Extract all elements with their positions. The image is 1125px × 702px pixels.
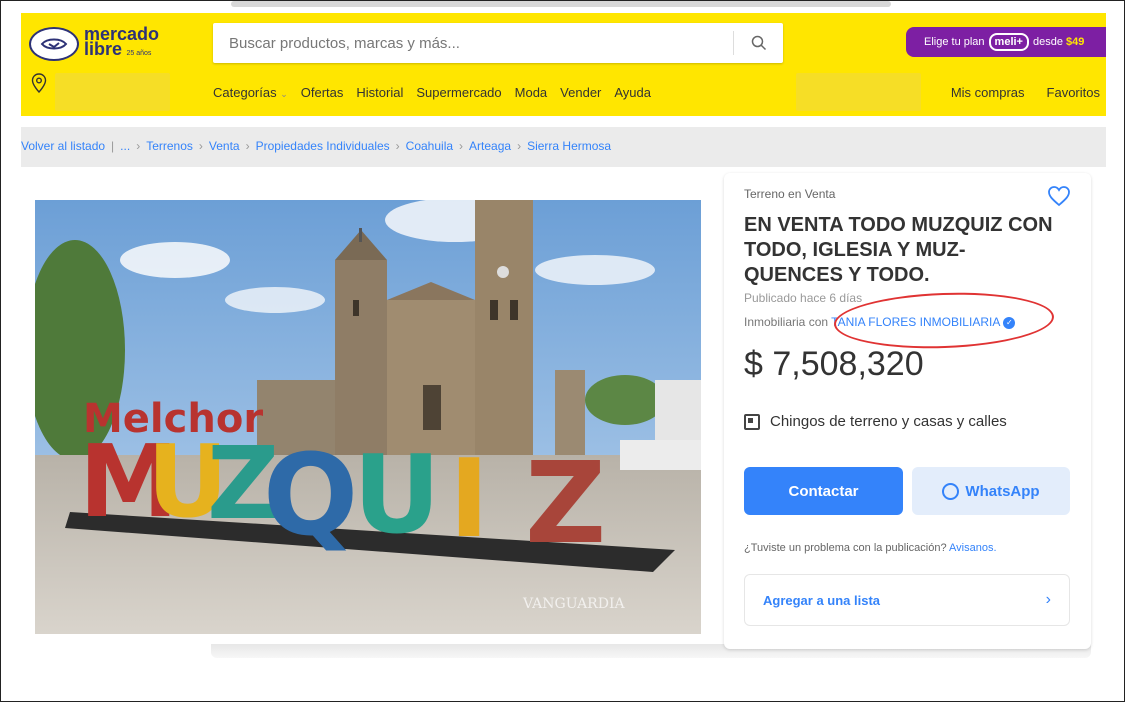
add-to-list-button[interactable]: Agregar a una lista › (744, 574, 1070, 626)
crumb-sierra-hermosa[interactable]: Sierra Hermosa (527, 139, 611, 153)
sign-letter-q: Q (263, 431, 358, 561)
top-strip (1, 1, 1124, 13)
seller-prefix: Inmobiliaria con (744, 315, 829, 329)
listing-details-panel: Terreno en Venta EN VENTA TODO MUZQUIZ C… (724, 173, 1091, 649)
whatsapp-label: WhatsApp (965, 482, 1040, 500)
add-to-list-label: Agregar a una lista (763, 592, 881, 608)
promo-price: $49 (1065, 36, 1085, 48)
town-square-photo: Melchor M U Z Q U I Z VANGUARDIA (35, 200, 701, 634)
nav-categorias[interactable]: Categorías ⌄ (213, 85, 288, 100)
chevron-right-icon: › (1045, 591, 1051, 608)
problem-question: ¿Tuviste un problema con la publicación? (744, 542, 947, 554)
published-date: Publicado hace 6 días (744, 291, 863, 305)
nav-favoritos[interactable]: Favoritos (1047, 85, 1100, 100)
chevron-right-icon: › (198, 139, 203, 153)
sign-letter-i: I (449, 437, 489, 562)
chevron-right-icon: › (517, 139, 522, 153)
sign-letter-z2: Z (525, 439, 606, 569)
chevron-right-icon: › (395, 139, 400, 153)
listing-price: $ 7,508,320 (744, 345, 924, 383)
report-link[interactable]: Avisanos. (949, 542, 997, 554)
crumb-arteaga[interactable]: Arteaga (469, 139, 511, 153)
redacted-location (55, 73, 170, 111)
chevron-right-icon: › (459, 139, 464, 153)
sign-letter-u2: U (353, 433, 441, 558)
favorite-heart-icon[interactable] (1046, 183, 1072, 209)
watermark-text: VANGUARDIA (522, 596, 625, 612)
chevron-down-icon: ⌄ (280, 89, 288, 99)
nav-ofertas[interactable]: Ofertas (301, 85, 344, 100)
feature-row: Chingos de terreno y casas y calles (744, 413, 1007, 430)
breadcrumb-bar: Volver al listado | ... › Terrenos › Ven… (21, 127, 1106, 167)
report-problem-text: ¿Tuviste un problema con la publicación?… (744, 542, 997, 554)
account-nav: Mis compras Favoritos (951, 85, 1100, 100)
handshake-icon (29, 27, 79, 61)
chevron-right-icon: › (245, 139, 250, 153)
search-icon (751, 35, 767, 51)
search-input[interactable] (229, 23, 729, 63)
crumb-venta[interactable]: Venta (209, 139, 240, 153)
nav-ayuda[interactable]: Ayuda (614, 85, 651, 100)
back-to-listing-link[interactable]: Volver al listado (21, 139, 105, 153)
logo-years: 25 años (126, 50, 152, 57)
chevron-right-icon: › (136, 139, 141, 153)
nav-supermercado[interactable]: Supermercado (416, 85, 501, 100)
main-nav: Categorías ⌄ Ofertas Historial Supermerc… (213, 85, 651, 100)
listing-title: EN VENTA TODO MUZQUIZ CON TODO, IGLESIA … (744, 214, 1053, 286)
whatsapp-button[interactable]: WhatsApp (912, 467, 1070, 515)
meli-plus-promo[interactable]: Elige tu plan meli+ desde $49 (906, 27, 1106, 57)
nav-mis-compras[interactable]: Mis compras (951, 85, 1025, 100)
location-pin-icon[interactable] (31, 73, 51, 95)
nav-historial[interactable]: Historial (356, 85, 403, 100)
nav-vender[interactable]: Vender (560, 85, 601, 100)
crumb-terrenos[interactable]: Terrenos (146, 139, 193, 153)
mercadolibre-logo[interactable]: mercado libre 25 años (29, 23, 174, 65)
area-icon (744, 413, 760, 430)
red-annotation-circle (833, 289, 1055, 352)
contact-button[interactable]: Contactar (744, 467, 903, 515)
crumb-ellipsis[interactable]: ... (120, 139, 130, 153)
nav-moda[interactable]: Moda (515, 85, 548, 100)
whatsapp-icon (942, 482, 960, 500)
meli-plus-badge: meli+ (988, 33, 1029, 51)
site-header: mercado libre 25 años Elige tu plan meli… (21, 13, 1106, 116)
crumb-coahuila[interactable]: Coahuila (406, 139, 453, 153)
crumb-propiedades[interactable]: Propiedades Individuales (256, 139, 390, 153)
logo-word-libre: libre (84, 39, 123, 59)
listing-photo[interactable]: Melchor M U Z Q U I Z VANGUARDIA (35, 200, 701, 634)
promo-suffix: desde (1032, 36, 1063, 48)
listing-condition: Terreno en Venta (744, 187, 836, 201)
search-box (213, 23, 783, 63)
redacted-user (796, 73, 921, 111)
screenshot-frame: mercado libre 25 años Elige tu plan meli… (0, 0, 1125, 702)
breadcrumb: Volver al listado | ... › Terrenos › Ven… (21, 139, 612, 153)
search-button[interactable] (739, 23, 779, 63)
feature-text: Chingos de terreno y casas y calles (770, 413, 1007, 430)
promo-prefix: Elige tu plan (924, 36, 985, 48)
